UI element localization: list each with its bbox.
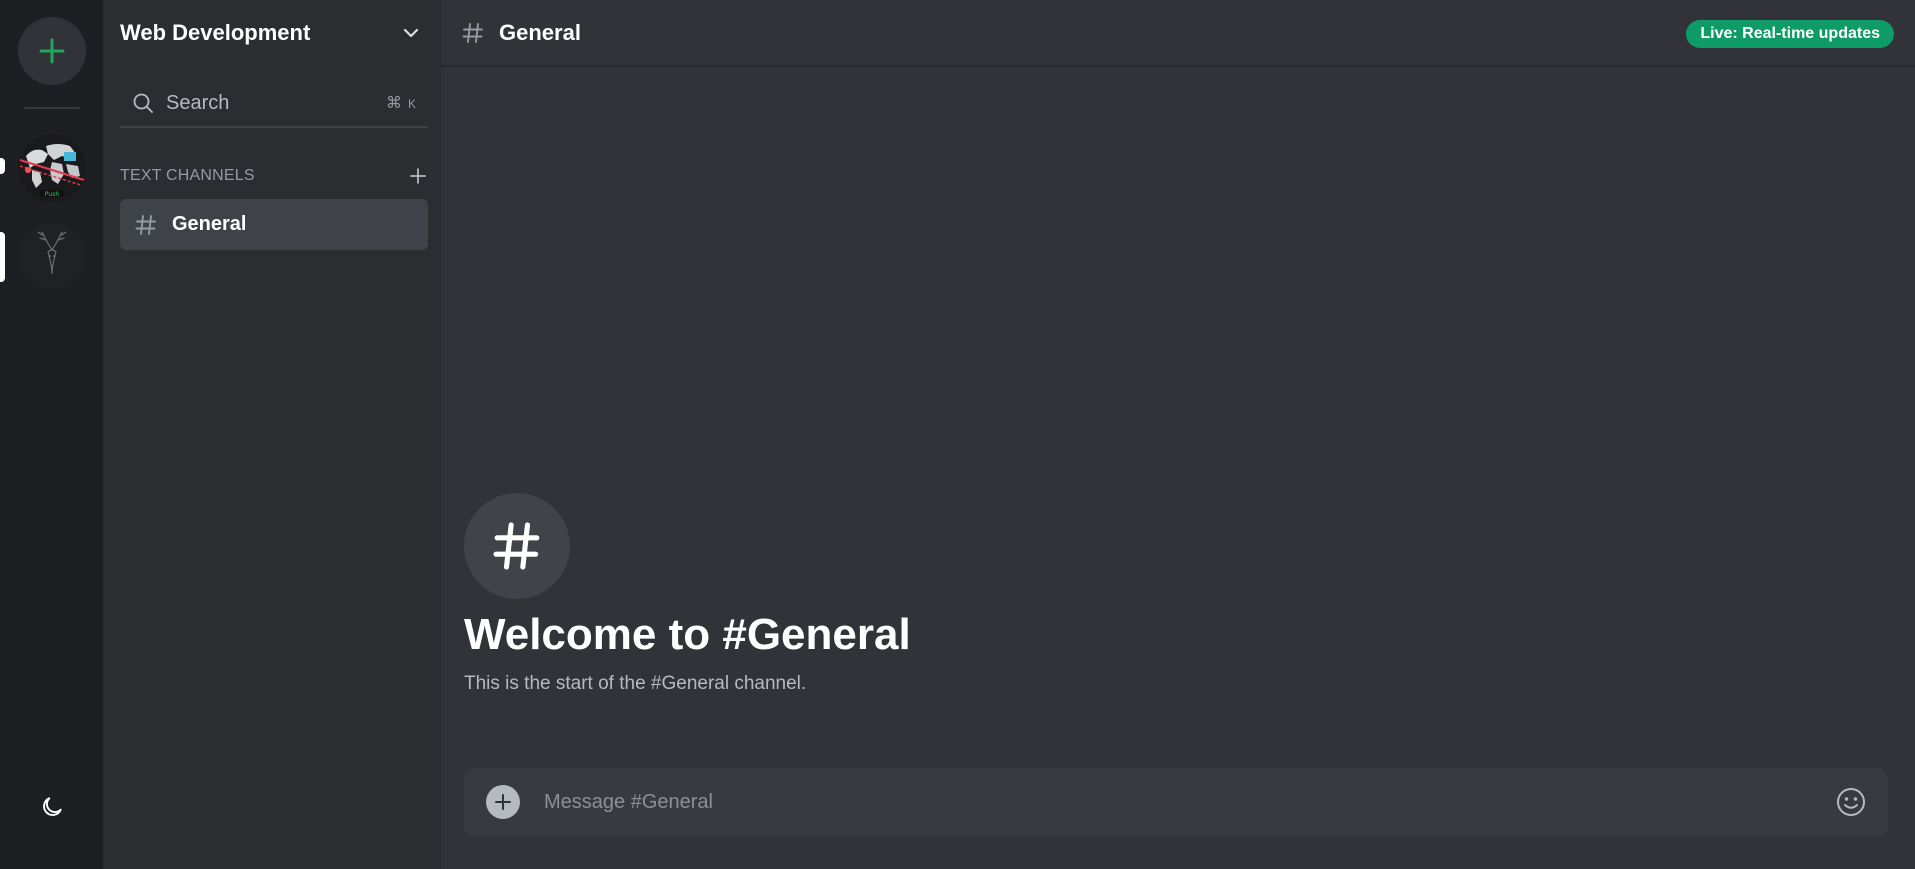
welcome-subtitle: This is the start of the #General channe… [464,673,807,694]
message-composer [464,768,1888,836]
emoji-button[interactable] [1834,785,1868,819]
deer-server-image [18,222,86,290]
hash-icon [462,22,483,43]
server-rail: Push [0,0,103,869]
welcome-hash-avatar [464,493,570,599]
attach-button[interactable] [486,785,520,819]
shortcut-symbol: ⌘ [385,95,402,112]
add-server-button[interactable] [18,17,86,85]
smiley-icon [1837,788,1865,816]
message-input[interactable] [542,782,1834,822]
server-unread-indicator [0,158,5,174]
server-icon-world-map[interactable]: Push [18,134,86,202]
category-label: TEXT CHANNELS [120,167,255,184]
create-channel-button[interactable] [408,166,428,186]
chevron-down-icon [403,28,419,38]
text-channels-category: TEXT CHANNELS [120,164,428,188]
moon-icon [43,797,62,816]
live-status-badge: Live: Real-time updates [1686,20,1894,48]
server-header-dropdown[interactable]: Web Development [103,0,441,66]
svg-text:Push: Push [45,191,59,198]
channel-title: General [499,19,581,45]
hash-icon [493,522,540,570]
rail-divider [24,107,80,109]
search-icon [133,93,153,113]
search-shortcut: ⌘ K [386,93,416,113]
search-button[interactable]: Search ⌘ K [120,80,428,128]
main-panel: General Live: Real-time updates Welcome … [441,0,1915,869]
server-icon-deer[interactable] [18,222,86,290]
welcome-title: Welcome to #General [464,610,911,659]
sidebar-item-general[interactable]: General [120,199,428,250]
search-label: Search [166,91,230,114]
shortcut-key: K [407,97,416,111]
plus-circle-icon [495,794,511,810]
server-name: Web Development [120,20,311,45]
channel-sidebar: Web Development Search ⌘ K TEXT CHANNELS … [103,0,441,869]
server-selected-indicator [0,232,5,282]
theme-toggle-button[interactable] [37,792,67,822]
plus-icon [410,168,426,184]
hash-icon [135,214,156,235]
plus-icon [39,38,65,64]
world-map-server-image: Push [18,134,86,202]
channel-label: General [172,213,247,235]
channel-header: General Live: Real-time updates [441,0,1915,66]
